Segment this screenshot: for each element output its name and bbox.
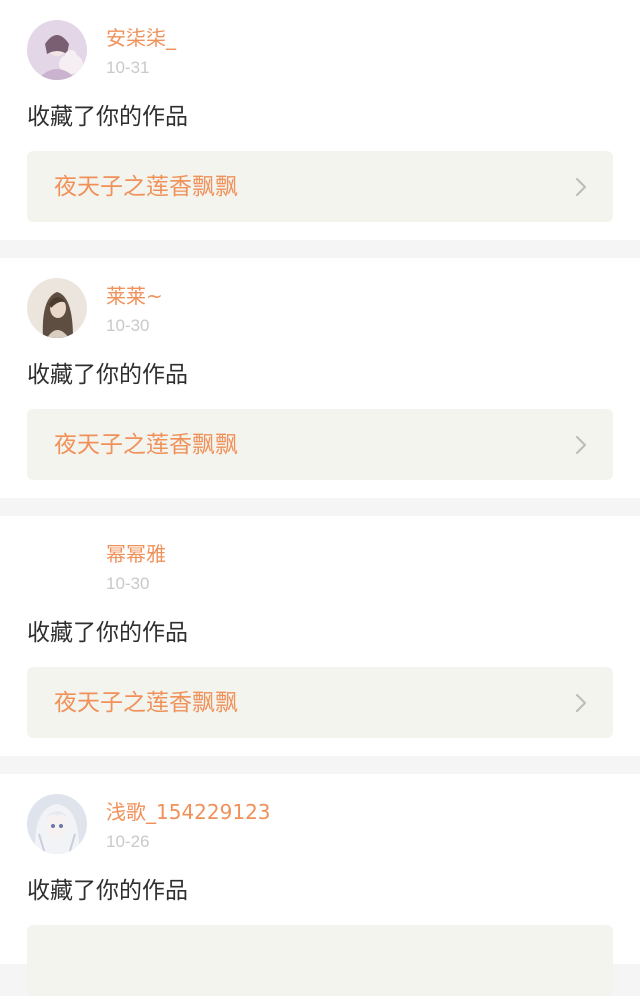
action-text: 收藏了你的作品 [27,104,188,130]
timestamp: 10-31 [106,58,150,77]
work-card[interactable]: 夜天子之莲香飘飘 [27,151,613,222]
chevron-right-icon [574,693,588,713]
work-title: 夜天子之莲香飘飘 [54,432,238,458]
timestamp: 10-30 [106,574,150,593]
avatar-blank-icon [27,536,87,596]
avatar-anime-white-hair-icon [27,794,87,854]
action-text: 收藏了你的作品 [27,362,188,388]
avatar-long-hair-portrait-icon [27,278,87,338]
work-title: 夜天子之莲香飘飘 [54,690,238,716]
work-card[interactable] [27,925,613,996]
notification-item: 浅歌_154229123 10-26 收藏了你的作品 [0,774,640,996]
avatar[interactable] [27,794,87,854]
work-card[interactable]: 夜天子之莲香飘飘 [27,667,613,738]
timestamp: 10-30 [106,316,150,335]
notification-item: 安柒柒_ 10-31 收藏了你的作品 夜天子之莲香飘飘 [0,0,640,240]
notification-item: 幂幂雅 10-30 收藏了你的作品 夜天子之莲香飘飘 [0,516,640,756]
avatar-girl-with-plush-icon [27,20,87,80]
username[interactable]: 浅歌_154229123 [106,798,271,826]
action-text: 收藏了你的作品 [27,878,188,904]
username[interactable]: 莱莱~ [106,282,163,310]
action-text: 收藏了你的作品 [27,620,188,646]
avatar[interactable] [27,278,87,338]
avatar[interactable] [27,20,87,80]
work-card[interactable]: 夜天子之莲香飘飘 [27,409,613,480]
username[interactable]: 幂幂雅 [106,540,166,568]
timestamp: 10-26 [106,832,150,851]
avatar[interactable] [27,536,87,596]
username[interactable]: 安柒柒_ [106,24,176,52]
notification-item: 莱莱~ 10-30 收藏了你的作品 夜天子之莲香飘飘 [0,258,640,498]
chevron-right-icon [574,435,588,455]
notification-feed: 安柒柒_ 10-31 收藏了你的作品 夜天子之莲香飘飘 莱莱~ 10-30 收藏… [0,0,640,996]
work-title: 夜天子之莲香飘飘 [54,174,238,200]
chevron-right-icon [574,177,588,197]
